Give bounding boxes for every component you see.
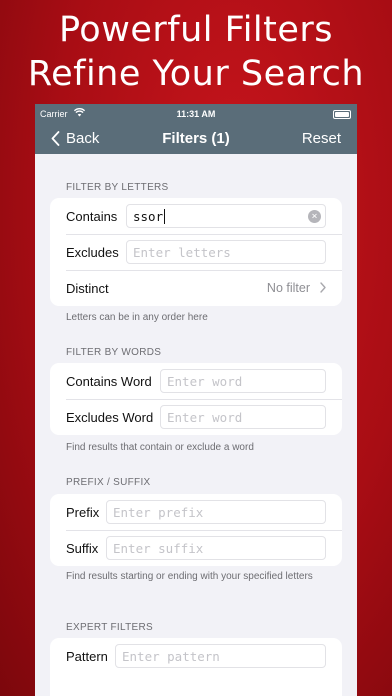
prefix-input[interactable]: Enter prefix [106, 500, 326, 524]
pattern-placeholder: Enter pattern [122, 648, 220, 664]
battery-icon [333, 110, 351, 119]
navigation-bar: Back Filters (1) Reset [35, 124, 357, 154]
contains-value: ssor [133, 208, 164, 224]
suffix-placeholder: Enter suffix [113, 540, 204, 556]
words-section-header: FILTER BY WORDS [66, 347, 162, 358]
contains-input[interactable]: ssor × [126, 204, 326, 228]
letters-footer: Letters can be in any order here [66, 312, 208, 323]
prefix-label: Prefix [66, 504, 100, 520]
excludes-input[interactable]: Enter letters [126, 240, 326, 264]
affix-card: Prefix Enter prefix Suffix Enter suffix [50, 494, 342, 566]
excludes-word-placeholder: Enter word [167, 409, 243, 425]
affix-footer: Find results starting or ending with you… [66, 571, 313, 582]
excludes-row: Excludes Enter letters [50, 234, 342, 270]
words-footer: Find results that contain or exclude a w… [66, 442, 254, 453]
distinct-row[interactable]: Distinct No filter [50, 270, 342, 306]
excludes-word-input[interactable]: Enter word [160, 405, 326, 429]
prefix-placeholder: Enter prefix [113, 504, 204, 520]
suffix-label: Suffix [66, 540, 99, 556]
contains-label: Contains [66, 208, 118, 224]
expert-card: Pattern Enter pattern [50, 638, 342, 696]
promo-line-2: Refine Your Search [27, 54, 365, 94]
phone-screen: Carrier 11:31 AM Back Filters (1) Reset … [35, 104, 357, 696]
pattern-input[interactable]: Enter pattern [115, 644, 326, 668]
contains-row: Contains ssor × [50, 198, 342, 234]
promo-line-1: Powerful Filters [58, 10, 334, 50]
letters-card: Contains ssor × Excludes Enter letters D… [50, 198, 342, 306]
contains-word-input[interactable]: Enter word [160, 369, 326, 393]
suffix-input[interactable]: Enter suffix [106, 536, 326, 560]
clear-icon[interactable]: × [308, 210, 321, 223]
pattern-label: Pattern [66, 648, 108, 664]
clock: 11:31 AM [176, 109, 216, 119]
excludes-label: Excludes [66, 244, 119, 260]
status-bar: Carrier 11:31 AM [35, 104, 357, 124]
chevron-right-icon [320, 282, 326, 293]
contains-word-row: Contains Word Enter word [50, 363, 342, 399]
distinct-label: Distinct [66, 280, 109, 296]
expert-section-header: EXPERT FILTERS [66, 622, 154, 633]
excludes-word-label: Excludes Word [66, 409, 154, 425]
promo-headline: Powerful Filters Refine Your Search [0, 8, 392, 96]
text-cursor [164, 208, 166, 224]
reset-button[interactable]: Reset [302, 130, 341, 147]
contains-word-placeholder: Enter word [167, 373, 243, 389]
pattern-row: Pattern Enter pattern [50, 638, 342, 674]
affix-section-header: PREFIX / SUFFIX [66, 477, 151, 488]
prefix-row: Prefix Enter prefix [50, 494, 342, 530]
suffix-row: Suffix Enter suffix [50, 530, 342, 566]
distinct-value: No filter [266, 281, 310, 295]
letters-section-header: FILTER BY LETTERS [66, 182, 169, 193]
excludes-word-row: Excludes Word Enter word [50, 399, 342, 435]
words-card: Contains Word Enter word Excludes Word E… [50, 363, 342, 435]
contains-word-label: Contains Word [66, 373, 152, 389]
excludes-placeholder: Enter letters [133, 244, 231, 260]
